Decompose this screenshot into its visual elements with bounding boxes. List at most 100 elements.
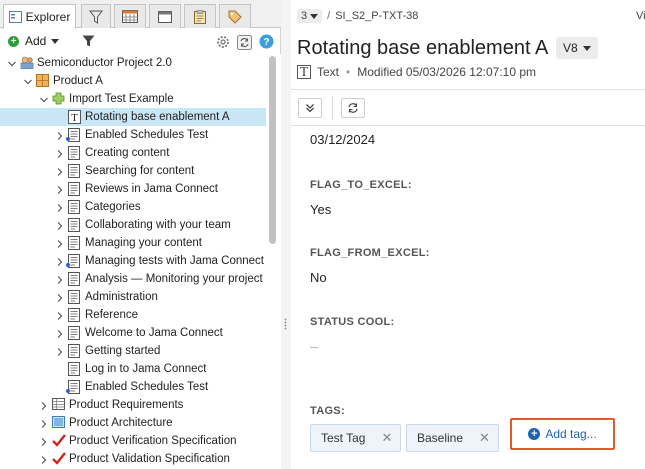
sync-icon[interactable] (237, 35, 252, 50)
tab-window[interactable] (149, 4, 181, 28)
field-flag-from-excel-value: No (310, 270, 327, 285)
add-tag-button[interactable]: + Add tag... (510, 418, 615, 450)
tab-explorer-label: Explorer (25, 10, 71, 24)
chevron-right-icon[interactable] (55, 184, 65, 194)
tab-clipboard[interactable] (184, 4, 216, 28)
add-button[interactable]: + Add (8, 33, 60, 49)
refresh-button[interactable] (341, 98, 365, 118)
chevron-down-icon[interactable] (7, 58, 17, 68)
breadcrumb-item-id[interactable]: SI_S2_P-TXT-38 (335, 10, 418, 22)
chevron-right-icon[interactable] (55, 130, 65, 140)
tab-explorer[interactable]: Explorer (3, 4, 76, 29)
tree-item[interactable]: Categories (0, 198, 266, 216)
add-plus-icon: + (8, 35, 19, 47)
chevron-down-icon (582, 45, 591, 51)
toolbar-divider (332, 96, 333, 120)
tree-item[interactable]: Welcome to Jama Connect (0, 324, 266, 342)
doc-icon (66, 128, 81, 142)
doc-icon (68, 218, 81, 232)
splitter-grip[interactable] (284, 318, 287, 330)
tree-item[interactable]: Import Test Example (0, 90, 266, 108)
panel-splitter[interactable] (281, 0, 291, 469)
tree-item-label: Managing your content (85, 237, 202, 249)
chevron-right-icon[interactable] (39, 400, 49, 410)
close-icon[interactable]: ✕ (479, 430, 490, 446)
tag-chip[interactable]: Baseline ✕ (406, 424, 499, 452)
calendar-grid-icon (122, 10, 138, 23)
chevron-down-icon[interactable] (39, 94, 49, 104)
svg-text:?: ? (263, 37, 269, 48)
chevron-right-icon[interactable] (39, 418, 49, 428)
chevron-right-icon[interactable] (55, 292, 65, 302)
tree-item-label: Categories (85, 201, 141, 213)
tree-item[interactable]: Collaborating with your team (0, 216, 266, 234)
chevron-right-icon[interactable] (55, 328, 65, 338)
tree-item[interactable]: Log in to Jama Connect (0, 360, 266, 378)
tree-item[interactable]: Enabled Schedules Test (0, 378, 266, 396)
chevron-right-icon[interactable] (55, 166, 65, 176)
field-flag-to-excel-label: FLAG_TO_EXCEL: (310, 179, 412, 191)
filter-funnel-icon[interactable] (82, 35, 95, 47)
tab-tags[interactable] (219, 4, 251, 28)
tree-item[interactable]: Product Validation Specification (0, 450, 266, 468)
tree-item-label: Searching for content (85, 165, 195, 177)
help-icon[interactable]: ? (259, 34, 274, 49)
tree-item-label: Rotating base enablement A (85, 111, 230, 123)
tab-filter[interactable] (81, 4, 111, 28)
chevron-right-icon[interactable] (55, 256, 65, 266)
doc-icon (68, 362, 81, 376)
tag-chip[interactable]: Test Tag ✕ (310, 424, 402, 452)
tree-item-label: Product Architecture (69, 417, 173, 429)
chevron-right-icon[interactable] (39, 454, 49, 464)
item-title: Rotating base enablement A (297, 37, 549, 59)
tree-item[interactable]: Enabled Schedules Test (0, 126, 266, 144)
tree-item[interactable]: Reference (0, 306, 266, 324)
collapse-button[interactable] (298, 98, 322, 118)
chevron-right-icon[interactable] (55, 202, 65, 212)
refresh-icon (348, 103, 358, 113)
chevron-right-icon[interactable] (55, 274, 65, 284)
tree-item-label: Creating content (85, 147, 170, 159)
tree-item[interactable]: Reviews in Jama Connect (0, 180, 266, 198)
breadcrumb-count-dropdown[interactable]: 3 (297, 9, 323, 23)
chevron-right-icon[interactable] (55, 346, 65, 356)
chevron-right-icon[interactable] (55, 220, 65, 230)
tree-item[interactable]: Searching for content (0, 162, 266, 180)
tag-chip-label: Test Tag (321, 431, 366, 445)
tree-item[interactable]: Product A (0, 72, 266, 90)
tree-item-label: Enabled Schedules Test (85, 381, 209, 393)
chevron-right-icon[interactable] (55, 148, 65, 158)
tree-item[interactable]: Managing your content (0, 234, 266, 252)
chevron-down-icon (310, 13, 319, 19)
chevron-right-icon[interactable] (39, 436, 49, 446)
tree-item[interactable]: Semiconductor Project 2.0 (0, 54, 266, 72)
badge-dot-icon (66, 263, 70, 267)
tree-item[interactable]: Getting started (0, 342, 266, 360)
tab-calendar[interactable] (114, 4, 146, 28)
tree-item[interactable]: Managing tests with Jama Connect (0, 252, 266, 270)
tree-item[interactable]: Analysis — Monitoring your project (0, 270, 266, 288)
gear-icon[interactable] (215, 34, 231, 50)
window-icon (158, 10, 172, 23)
image-icon (52, 416, 65, 430)
tree-item[interactable]: Administration (0, 288, 266, 306)
doc-icon (68, 236, 81, 250)
tree-item[interactable]: Creating content (0, 144, 266, 162)
tree-scrollbar-thumb[interactable] (269, 56, 276, 244)
tree-item-label: Product Validation Specification (69, 453, 230, 465)
tree-item[interactable]: Product Architecture (0, 414, 266, 432)
tag-icon (228, 10, 242, 24)
close-icon[interactable]: ✕ (381, 430, 392, 446)
item-meta: T Text • Modified 05/03/2026 12:07:10 pm (297, 65, 536, 80)
tree-item[interactable]: T Rotating base enablement A (0, 108, 266, 126)
tree-item-label: Administration (85, 291, 158, 303)
tree-item[interactable]: Product Verification Specification (0, 432, 266, 450)
chevron-down-icon[interactable] (23, 76, 33, 86)
doc-icon (66, 380, 81, 394)
version-dropdown[interactable]: V8 (556, 37, 598, 59)
tree-item[interactable]: Product Requirements (0, 396, 266, 414)
doc-icon (68, 272, 81, 286)
chevron-right-icon[interactable] (55, 310, 65, 320)
chevron-right-icon[interactable] (55, 238, 65, 248)
clipboard-icon (194, 9, 206, 24)
